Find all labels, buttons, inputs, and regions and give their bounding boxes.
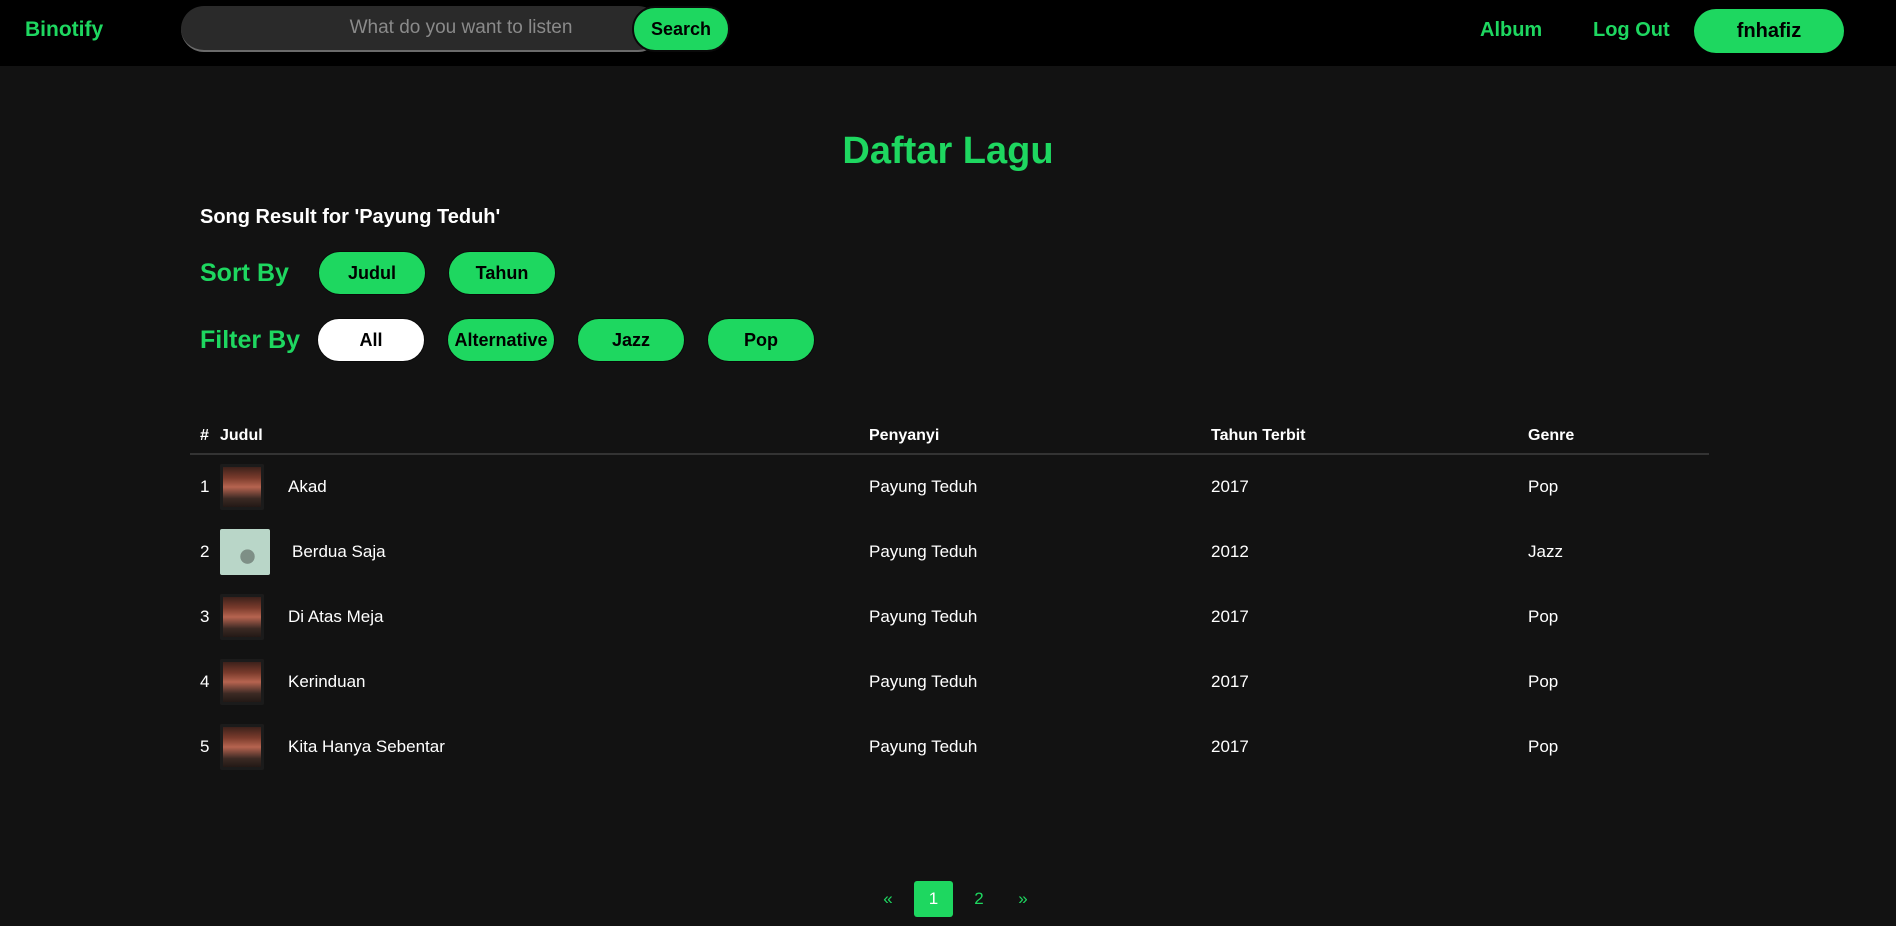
row-number: 5 (200, 736, 210, 756)
sort-judul-button[interactable]: Judul (318, 251, 426, 295)
header-artist[interactable]: Penyanyi (869, 418, 1211, 455)
pagination-next-button[interactable]: » (1005, 881, 1041, 917)
album-cover-image[interactable] (220, 593, 264, 640)
header-title[interactable]: Judul (220, 418, 869, 455)
filter-alternative-button[interactable]: Alternative (447, 318, 555, 362)
song-title[interactable]: Di Atas Meja (288, 607, 383, 627)
row-number: 4 (200, 671, 210, 691)
album-cover-image[interactable] (220, 723, 264, 770)
brand-logo[interactable]: Binotify (25, 18, 103, 42)
pagination-page-1[interactable]: 1 (914, 881, 953, 917)
table-row[interactable]: 2 Berdua Saja Payung Teduh 2012 Jazz (190, 519, 1709, 584)
song-year: 2017 (1211, 606, 1249, 626)
nav-logout-link[interactable]: Log Out (1593, 19, 1670, 42)
row-number: 2 (200, 541, 210, 561)
sort-by-label: Sort By (200, 259, 289, 287)
song-artist: Payung Teduh (869, 606, 978, 626)
song-artist: Payung Teduh (869, 736, 978, 756)
song-genre: Pop (1528, 671, 1559, 691)
filter-all-button[interactable]: All (317, 318, 425, 362)
page-title: Daftar Lagu (842, 130, 1054, 172)
song-artist: Payung Teduh (869, 477, 978, 496)
song-genre: Jazz (1528, 541, 1563, 561)
album-cover-image[interactable] (220, 658, 264, 705)
search-button[interactable]: Search (632, 6, 730, 52)
header-number: # (190, 418, 220, 455)
row-number: 3 (200, 606, 210, 626)
song-genre: Pop (1528, 477, 1559, 496)
album-cover-image[interactable] (220, 528, 270, 575)
song-artist: Payung Teduh (869, 671, 978, 691)
filter-pop-button[interactable]: Pop (707, 318, 815, 362)
song-genre: Pop (1528, 606, 1559, 626)
row-number: 1 (200, 477, 210, 496)
navbar: Binotify Search Album Log Out fnhafiz (0, 0, 1896, 66)
search-input[interactable] (181, 6, 661, 52)
table-row[interactable]: 4 Kerinduan Payung Teduh 2017 Pop (190, 649, 1709, 714)
song-title[interactable]: Kerinduan (288, 672, 366, 692)
song-year: 2012 (1211, 541, 1249, 561)
song-genre: Pop (1528, 736, 1559, 756)
table-row[interactable]: 1 Akad Payung Teduh 2017 Pop (190, 454, 1709, 519)
album-cover-image[interactable] (220, 464, 264, 510)
song-title[interactable]: Kita Hanya Sebentar (288, 737, 445, 757)
nav-album-link[interactable]: Album (1480, 19, 1542, 42)
pagination: « 1 2 » (870, 881, 1049, 917)
pagination-prev-button[interactable]: « (870, 881, 906, 917)
song-title[interactable]: Berdua Saja (292, 542, 386, 562)
filter-by-label: Filter By (200, 326, 301, 354)
pagination-page-2[interactable]: 2 (961, 881, 997, 917)
search-result-caption: Song Result for 'Payung Teduh' (200, 206, 501, 228)
song-table: # Judul Penyanyi Tahun Terbit Genre 1 Ak… (190, 418, 1709, 779)
sort-tahun-button[interactable]: Tahun (448, 251, 556, 295)
song-year: 2017 (1211, 736, 1249, 756)
table-row[interactable]: 5 Kita Hanya Sebentar Payung Teduh 2017 … (190, 714, 1709, 779)
song-artist: Payung Teduh (869, 541, 978, 561)
song-year: 2017 (1211, 671, 1249, 691)
search-bar: Search (181, 6, 730, 52)
header-genre[interactable]: Genre (1528, 418, 1709, 455)
table-header-row: # Judul Penyanyi Tahun Terbit Genre (190, 418, 1709, 455)
table-row[interactable]: 3 Di Atas Meja Payung Teduh 2017 Pop (190, 584, 1709, 649)
user-profile-button[interactable]: fnhafiz (1694, 9, 1844, 53)
filter-jazz-button[interactable]: Jazz (577, 318, 685, 362)
song-year: 2017 (1211, 477, 1249, 496)
song-title[interactable]: Akad (288, 477, 327, 497)
header-year[interactable]: Tahun Terbit (1211, 418, 1528, 455)
